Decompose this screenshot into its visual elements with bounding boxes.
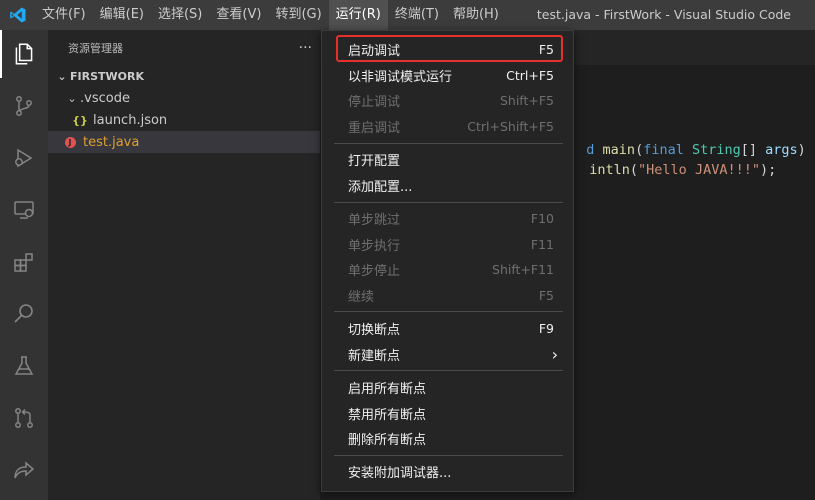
chevron-right-icon: ›: [551, 344, 558, 364]
menu-run[interactable]: 运行(R): [328, 0, 388, 30]
more-actions-icon[interactable]: ···: [299, 40, 312, 56]
menu-item-toggle-breakpoint[interactable]: 切换断点 F9: [328, 316, 567, 340]
chevron-down-icon: ⌄: [57, 69, 67, 83]
tree-file-launch-json[interactable]: {} launch.json: [48, 109, 320, 131]
java-file-icon: J: [62, 136, 78, 148]
workspace-name: FIRSTWORK: [70, 69, 144, 83]
vscode-logo-icon: [0, 0, 35, 30]
run-debug-icon[interactable]: [0, 134, 48, 182]
sidebar-title: 资源管理器: [68, 41, 123, 55]
tree-file-test-java[interactable]: J test.java: [48, 131, 320, 153]
menu-view[interactable]: 查看(V): [209, 0, 268, 30]
menu-item-step-over: 单步跳过 F10: [348, 210, 554, 228]
menu-file[interactable]: 文件(F): [35, 0, 93, 30]
menu-item-add-configuration[interactable]: 添加配置...: [328, 173, 567, 197]
menu-item-remove-all-breakpoints[interactable]: 删除所有断点: [328, 426, 567, 450]
menu-item-continue: 继续 F5: [348, 287, 554, 305]
menu-separator: [334, 143, 563, 144]
chevron-down-icon: ⌄: [67, 91, 77, 105]
live-share-icon[interactable]: [0, 446, 48, 494]
menu-go[interactable]: 转到(G): [268, 0, 328, 30]
menu-item-step-out: 单步停止 Shift+F11: [348, 261, 554, 279]
menu-item-enable-all-breakpoints[interactable]: 启用所有断点: [328, 375, 567, 399]
pull-requests-icon[interactable]: [0, 394, 48, 442]
menu-edit[interactable]: 编辑(E): [93, 0, 151, 30]
menu-selection[interactable]: 选择(S): [151, 0, 209, 30]
file-label: test.java: [83, 134, 140, 150]
menu-separator: [334, 370, 563, 371]
file-label: launch.json: [93, 112, 168, 128]
menu-separator: [334, 455, 563, 456]
workspace-section[interactable]: ⌄ FIRSTWORK: [48, 65, 320, 87]
search-icon[interactable]: [0, 290, 48, 338]
menu-item-run-without-debugging[interactable]: 以非调试模式运行 Ctrl+F5: [328, 63, 567, 87]
extensions-icon[interactable]: [0, 238, 48, 286]
remote-explorer-icon[interactable]: [0, 186, 48, 234]
menu-item-stop-debugging: 停止调试 Shift+F5: [348, 92, 554, 110]
sidebar-header: 资源管理器 ···: [48, 30, 320, 65]
menu-item-step-into: 单步执行 F11: [348, 236, 554, 254]
menu-item-new-breakpoint[interactable]: 新建断点 ›: [328, 342, 567, 366]
window-title: test.java - FirstWork - Visual Studio Co…: [536, 7, 791, 22]
annotation-highlight-box: [336, 35, 563, 62]
json-file-icon: {}: [72, 113, 88, 127]
menu-help[interactable]: 帮助(H): [446, 0, 506, 30]
testing-flask-icon[interactable]: [0, 342, 48, 390]
menu-item-restart-debugging: 重启调试 Ctrl+Shift+F5: [348, 118, 554, 136]
explorer-sidebar: 资源管理器 ··· ⌄ FIRSTWORK ⌄ .vscode {} launc…: [48, 30, 320, 500]
menu-item-disable-all-breakpoints[interactable]: 禁用所有断点: [328, 401, 567, 425]
activity-bar: [0, 30, 48, 500]
menu-item-open-configurations[interactable]: 打开配置: [328, 147, 567, 171]
menu-separator: [334, 311, 563, 312]
menu-terminal[interactable]: 终端(T): [388, 0, 446, 30]
menu-separator: [334, 202, 563, 203]
code-line-2[interactable]: intln("Hello JAVA!!!");: [573, 146, 776, 178]
menu-item-install-additional-debuggers[interactable]: 安装附加调试器...: [328, 459, 567, 483]
source-control-icon[interactable]: [0, 82, 48, 130]
folder-label: .vscode: [80, 90, 130, 106]
title-bar: 文件(F) 编辑(E) 选择(S) 查看(V) 转到(G) 运行(R) 终端(T…: [0, 0, 815, 30]
menu-bar: 文件(F) 编辑(E) 选择(S) 查看(V) 转到(G) 运行(R) 终端(T…: [35, 0, 506, 30]
explorer-icon[interactable]: [0, 30, 48, 78]
run-menu-dropdown: 启动调试 F5 以非调试模式运行 Ctrl+F5 停止调试 Shift+F5 重启调试…: [321, 30, 574, 492]
tree-folder-vscode[interactable]: ⌄ .vscode: [48, 87, 320, 109]
